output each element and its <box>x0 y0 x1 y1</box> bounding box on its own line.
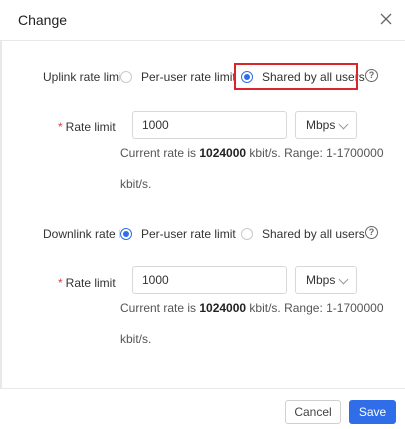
chevron-down-icon <box>338 119 349 130</box>
downlink-per-user-radio[interactable] <box>120 228 132 240</box>
uplink-rate-label-text: Rate limit <box>65 120 116 134</box>
cancel-button[interactable]: Cancel <box>285 400 341 424</box>
uplink-rate-hint: Current rate is 1024000 kbit/s. Range: 1… <box>120 146 384 160</box>
downlink-hint-suffix: kbit/s. Range: 1-1700000 <box>246 301 384 315</box>
downlink-hint-rate: 1024000 <box>199 301 247 315</box>
dialog-footer <box>0 388 405 429</box>
question-circle-icon[interactable]: ? <box>365 226 378 239</box>
uplink-hint-suffix: kbit/s. Range: 1-1700000 <box>246 146 384 160</box>
downlink-shared-label[interactable]: Shared by all users <box>262 227 365 241</box>
downlink-rate-hint-line2: kbit/s. <box>120 332 152 346</box>
required-asterisk: * <box>58 120 63 134</box>
uplink-per-user-label[interactable]: Per-user rate limit <box>141 70 236 84</box>
dialog-header: Change <box>0 0 405 41</box>
uplink-hint-prefix: Current rate is <box>120 146 200 160</box>
uplink-hint-rate: 1024000 <box>199 146 247 160</box>
uplink-rate-hint-line2: kbit/s. <box>120 177 152 191</box>
highlight-box <box>234 63 358 90</box>
downlink-unit-select[interactable]: Mbps <box>295 266 357 294</box>
downlink-unit-value: Mbps <box>306 273 336 287</box>
question-circle-icon[interactable]: ? <box>365 69 378 82</box>
downlink-rate-hint: Current rate is 1024000 kbit/s. Range: 1… <box>120 301 384 315</box>
save-button[interactable]: Save <box>349 400 396 424</box>
uplink-rate-limit-field-label: * Rate limit <box>58 120 116 134</box>
uplink-unit-select[interactable]: Mbps <box>295 111 357 139</box>
downlink-rate-label-text: Rate limit <box>65 276 116 290</box>
required-asterisk: * <box>58 276 63 290</box>
uplink-rate-limit-label: Uplink rate limit <box>43 70 120 84</box>
downlink-rate-limit-field-label: * Rate limit <box>58 276 116 290</box>
change-dialog: Change Uplink rate limit Per-user rate l… <box>0 0 405 428</box>
downlink-rate-limit-label: Downlink rate limit <box>43 227 120 241</box>
uplink-per-user-radio[interactable] <box>120 71 132 83</box>
left-edge-divider <box>0 40 2 388</box>
downlink-per-user-label[interactable]: Per-user rate limit <box>141 227 236 241</box>
downlink-rate-input[interactable]: 1000 <box>132 266 287 294</box>
dialog-title: Change <box>18 12 68 28</box>
close-icon[interactable] <box>379 12 393 26</box>
chevron-down-icon <box>338 274 349 285</box>
downlink-shared-radio[interactable] <box>241 228 253 240</box>
uplink-rate-input[interactable]: 1000 <box>132 111 287 139</box>
uplink-unit-value: Mbps <box>306 118 336 132</box>
downlink-hint-prefix: Current rate is <box>120 301 200 315</box>
